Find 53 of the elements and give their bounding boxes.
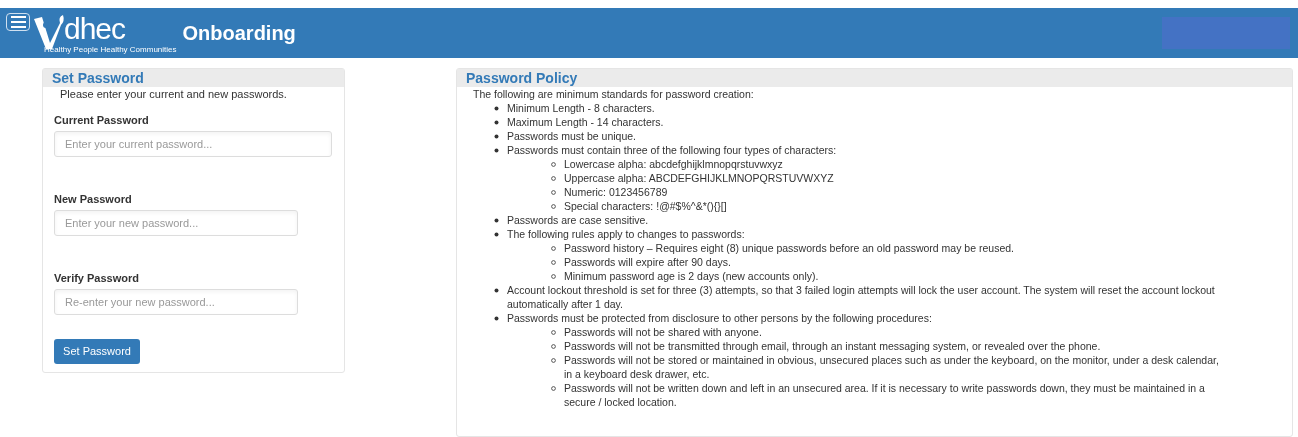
bullet-icon — [551, 330, 556, 335]
bullet-icon — [494, 288, 499, 293]
policy-item: Passwords will not be stored or maintained in obvious, unsecured places such as under the keyboard, on the monitor, under a desk calendar, in a keyboard desk drawer, etc. — [564, 354, 1219, 380]
policy-item: Maximum Length - 14 characters. — [507, 116, 664, 128]
policy-item: Passwords must be protected from disclosure to other persons by the following procedures: — [507, 312, 932, 324]
card-title: Password Policy — [466, 68, 578, 88]
policy-item: Passwords will not be written down and left in an unsecured area. If it is necessary to write passwords down, they must be maintained in a secure / locked location. — [564, 382, 1205, 408]
bullet-icon — [494, 218, 499, 223]
policy-item: Passwords will not be transmitted through email, through an instant messaging system, or revealed over the phone. — [564, 340, 1101, 352]
card-title: Set Password — [52, 68, 144, 88]
field-label: Current Password — [54, 113, 150, 127]
password-field[interactable]: Re-enter your new password... — [54, 289, 298, 315]
field-label: New Password — [54, 192, 133, 206]
bullet-icon — [494, 134, 499, 139]
policy-item: Lowercase alpha: abcdefghijklmnopqrstuvwxyz — [564, 158, 783, 170]
logo-text: dhec — [64, 12, 127, 45]
policy-item: Numeric: 0123456789 — [564, 186, 668, 198]
policy-item: Minimum password age is 2 days (new accounts only). — [564, 270, 819, 282]
menu-icon[interactable] — [6, 13, 30, 31]
set-password-button[interactable]: Set Password — [54, 339, 140, 364]
password-field[interactable]: Enter your current password... — [54, 131, 332, 157]
policy-item: Passwords will expire after 90 days. — [564, 256, 731, 268]
policy-item: Special characters: !@#$%^&*(){}[] — [564, 200, 727, 212]
page-title: Onboarding — [182, 21, 296, 46]
bullet-icon — [551, 260, 556, 265]
policy-item: Passwords are case sensitive. — [507, 214, 649, 226]
bullet-icon — [551, 274, 556, 279]
bullet-icon — [494, 120, 499, 125]
policy-item: Account lockout threshold is set for three (3) attempts, so that 3 failed login attempts will lock the user account. The system will reset the account lockout automatically after 1 day. — [507, 284, 1215, 310]
policy-item: Passwords will not be shared with anyone. — [564, 326, 762, 338]
logo-tagline: Healthy People Healthy Communities — [44, 44, 177, 54]
bullet-icon — [551, 358, 556, 363]
field-label: Verify Password — [54, 271, 140, 285]
bullet-icon — [494, 316, 499, 321]
bullet-icon — [551, 386, 556, 391]
bullet-icon — [494, 148, 499, 153]
bullet-icon — [551, 162, 556, 167]
policy-item: Minimum Length - 8 characters. — [507, 102, 655, 114]
bullet-icon — [551, 176, 556, 181]
bullet-icon — [551, 246, 556, 251]
bullet-icon — [494, 106, 499, 111]
bullet-icon — [551, 190, 556, 195]
policy-intro: The following are minimum standards for password creation: — [473, 87, 755, 101]
policy-item: The following rules apply to changes to passwords: — [507, 228, 745, 240]
policy-item: Password history – Requires eight (8) unique passwords before an old password may be reused. — [564, 242, 1014, 254]
policy-item: Uppercase alpha: ABCDEFGHIJKLMNOPQRSTUVWXYZ — [564, 172, 834, 184]
bullet-icon — [551, 344, 556, 349]
instruction-text: Please enter your current and new passwords. — [59, 87, 288, 101]
bullet-icon — [494, 232, 499, 237]
password-field[interactable]: Enter your new password... — [54, 210, 298, 236]
policy-item: Passwords must be unique. — [507, 130, 636, 142]
bullet-icon — [551, 204, 556, 209]
policy-item: Passwords must contain three of the following four types of characters: — [507, 144, 837, 156]
